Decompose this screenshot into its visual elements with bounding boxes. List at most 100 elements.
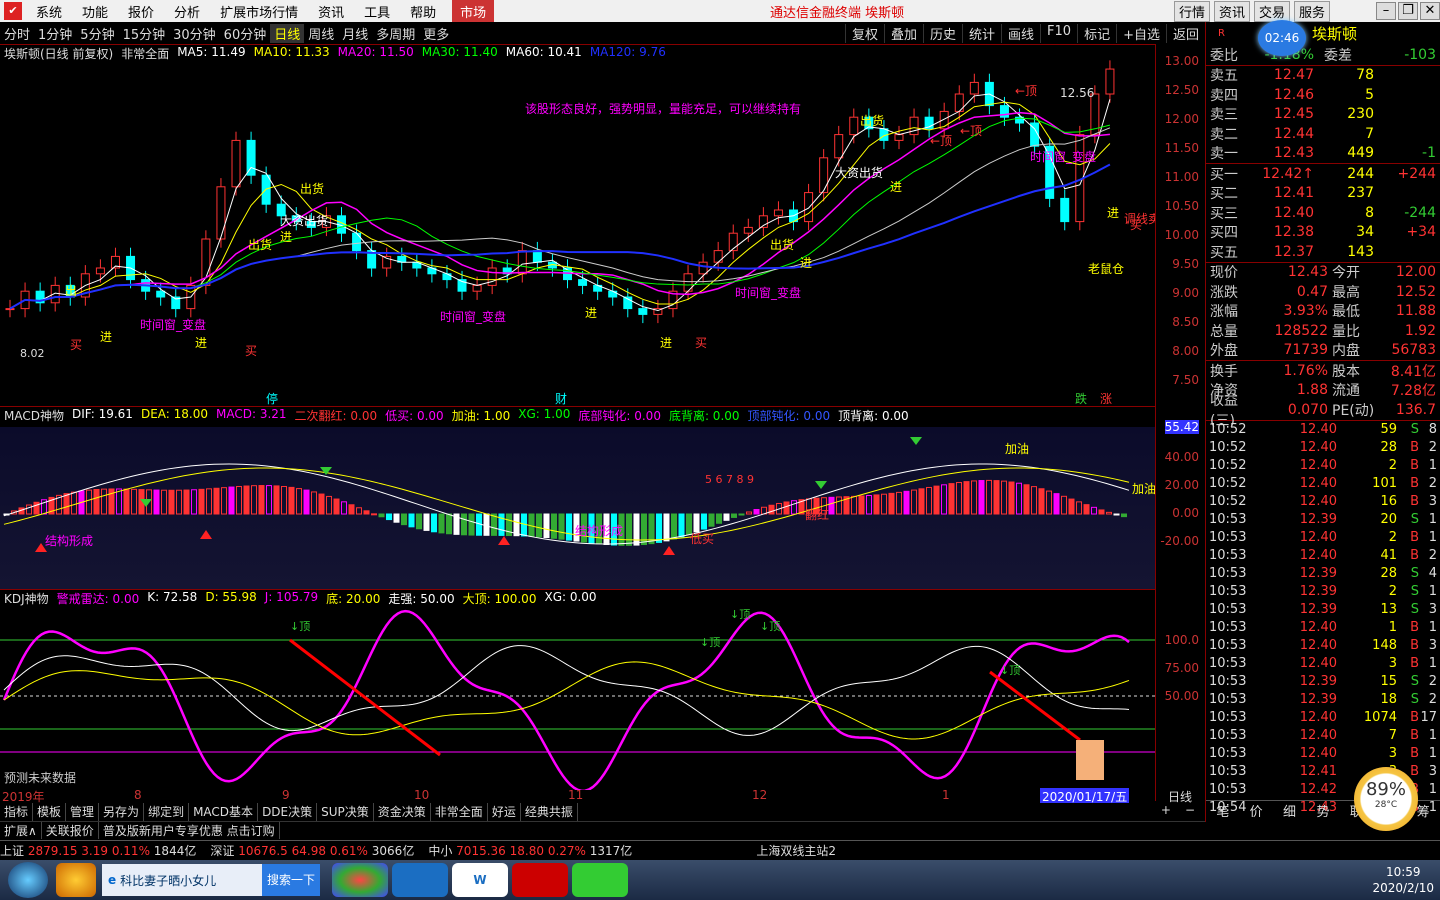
macd-panel[interactable]: MACD神物 DIF: 19.61 DEA: 18.00 MACD: 3.21 二次翻… [0,406,1156,590]
bid-row[interactable]: 买四 12.38 34 +34 [1206,223,1440,243]
menu-system[interactable]: 系统 [26,2,72,21]
tab-saveas[interactable]: 另存为 [99,803,145,821]
draw-button[interactable]: 画线 [1001,23,1040,43]
menu-ext-market[interactable]: 扩展市场行情 [210,2,308,21]
bid-row[interactable]: 买二 12.41 237 [1206,184,1440,204]
ask-row[interactable]: 卖四 12.46 5 [1206,85,1440,105]
tab-full[interactable]: 非常全面 [431,803,488,821]
clock-badge[interactable]: 02:46 [1258,20,1306,56]
tab-30min[interactable]: 30分钟 [169,24,220,43]
ma-label: MA30: 11.40 [421,45,498,59]
tab-weekly[interactable]: 周线 [304,24,338,43]
zixun-button[interactable]: 资讯 [1213,0,1250,22]
start-icon[interactable] [8,862,48,898]
tab-shi[interactable]: 势 [1316,801,1329,820]
menu-help[interactable]: 帮助 [400,2,446,21]
menu-tools[interactable]: 工具 [354,2,400,21]
bid-row[interactable]: 买一 12.42↑ 244 +244 [1206,164,1440,184]
ask-row[interactable]: 卖五 12.47 78 [1206,66,1440,86]
wps-icon[interactable]: W [452,863,508,897]
tab-daily[interactable]: 日线 [270,23,305,43]
system-clock[interactable]: 10:59 2020/2/10 [1372,864,1434,896]
tdx-icon[interactable] [512,863,568,897]
browser-search[interactable]: e 科比妻子晒小女儿 [102,864,262,896]
tab-luck[interactable]: 好运 [488,803,521,821]
kline-panel[interactable]: 埃斯顿(日线 前复权) 非常全面 MA5: 11.49 MA10: 11.33 MA… [0,44,1160,407]
tab-more[interactable]: 更多 [419,24,453,43]
index-quote[interactable]: 中小 7015.36 18.80 0.27% 1317亿 [428,842,632,859]
tab-macd[interactable]: MACD基本 [189,803,259,821]
minimize-icon[interactable]: – [1376,2,1396,20]
ask-row[interactable]: 卖一 12.43 449 -1 [1206,144,1440,164]
macd-chart[interactable]: 加油加油低买结构形成结构形成翻红5 6 7 8 9 [0,407,1156,590]
tab-manage[interactable]: 管理 [66,803,100,821]
close-icon[interactable]: ✕ [1420,2,1440,20]
signal-bigsell: 大资出货 [835,165,883,180]
macd-bar [918,488,925,515]
window-title: 通达信金融终端 埃斯顿 [770,5,905,21]
tab-bind[interactable]: 绑定到 [144,803,190,821]
signal-window: 时间窗_变盘 [735,285,801,300]
ask-row[interactable]: 卖二 12.44 7 [1206,124,1440,144]
tab-fenshi[interactable]: 分时 [0,24,34,43]
tab-indicator[interactable]: 指标 [0,803,34,821]
search-button[interactable]: 搜索一下 [262,864,320,896]
kdj-panel[interactable]: KDJ神物 警戒雷达: 0.00 K: 72.58 D: 55.98 J: 105.7… [0,589,1155,801]
stats-button[interactable]: 统计 [962,23,1001,43]
tab-1min[interactable]: 1分钟 [34,24,76,43]
tab-jia[interactable]: 价 [1250,801,1263,820]
history-button[interactable]: 历史 [922,23,962,43]
trade-button[interactable]: 交易 [1253,0,1290,22]
tab-template[interactable]: 模板 [33,803,67,821]
tab-bi[interactable]: 笔 [1216,801,1229,820]
add-watchlist-button[interactable]: +自选 [1116,23,1166,43]
kline-chart[interactable]: 该股形态良好，强势明显，量能充足，可以继续持有12.568.02老鼠仓调线卖进进… [0,45,1160,407]
menu-analysis[interactable]: 分析 [164,2,210,21]
tab-fund[interactable]: 资金决策 [374,803,431,821]
tab-15min[interactable]: 15分钟 [119,24,170,43]
tab-chou[interactable]: 筹 [1417,801,1430,820]
menu-quote[interactable]: 报价 [118,2,164,21]
menu-function[interactable]: 功能 [72,2,118,21]
app-icon[interactable] [56,863,96,897]
performance-gauge[interactable]: 89% 28°C [1354,767,1418,831]
tab-dde[interactable]: DDE决策 [258,803,318,821]
kdj-chart[interactable]: ↓顶 ↓顶 ↓顶 ↓顶 ↓顶预测未来数据 [0,590,1155,793]
menu-news[interactable]: 资讯 [308,2,354,21]
tab-resonance[interactable]: 经典共振 [521,803,578,821]
back-button[interactable]: 返回 [1165,23,1205,43]
hq-button[interactable]: 行情 [1173,0,1210,22]
bid-row[interactable]: 买五 12.37 143 [1206,242,1440,262]
index-quote[interactable]: 深证 10676.5 64.98 0.61% 3066亿 [210,842,414,859]
service-button[interactable]: 服务 [1293,0,1330,22]
browser-icon[interactable] [392,863,448,897]
bid-row[interactable]: 买三 12.40 8 -244 [1206,203,1440,223]
fuquan-button[interactable]: 复权 [844,23,884,43]
chrome-icon[interactable] [332,863,388,897]
promo-link[interactable]: 普及版新用户专享优惠 点击订购 [99,822,280,839]
server-label[interactable]: 上海双线主站2 [756,842,836,859]
restore-icon[interactable]: ❐ [1398,2,1418,20]
tab-5min[interactable]: 5分钟 [76,24,118,43]
add-icon[interactable]: + [1157,803,1175,821]
tick-list[interactable]: 10:52 12.40 59 S 8 10:52 12.40 28 B 2 10:52 12.40 2 B… [1206,421,1440,817]
tab-monthly[interactable]: 月线 [338,24,372,43]
macd-bar [896,491,902,515]
mark-button[interactable]: 标记 [1077,23,1116,43]
kdj-param: 大顶: 100.00 [462,592,537,606]
index-quote[interactable]: 上证 2879.15 3.19 0.11% 1844亿 [0,842,196,859]
remove-icon[interactable]: − [1175,803,1205,821]
wechat-icon[interactable] [572,863,628,897]
tab-extend[interactable]: 扩展∧ [0,822,42,839]
tab-sup[interactable]: SUP决策 [317,803,374,821]
macd-label-jiayou: 加油 [1132,482,1155,496]
tab-xi[interactable]: 细 [1283,801,1296,820]
overlay-button[interactable]: 叠加 [883,23,923,43]
market-button[interactable]: 市场 [452,0,495,23]
tab-related-quote[interactable]: 关联报价 [42,822,99,839]
stat-row: 涨跌 0.47 最高 12.52 [1210,283,1436,301]
tab-60min[interactable]: 60分钟 [220,24,271,43]
f10-button[interactable]: F10 [1040,23,1077,43]
tab-multi[interactable]: 多周期 [372,24,419,43]
ask-row[interactable]: 卖三 12.45 230 [1206,105,1440,125]
